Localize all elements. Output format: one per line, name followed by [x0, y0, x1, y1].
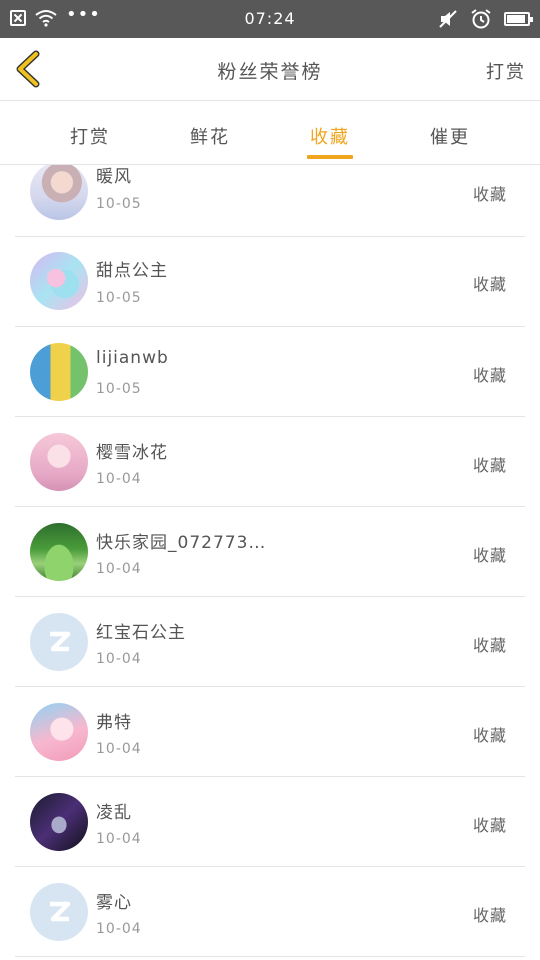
list-item[interactable]: 雾心 10-04 收藏 — [15, 867, 525, 957]
fan-name: 雾心 — [96, 893, 132, 913]
fan-name: 快乐家园_072773… — [96, 533, 267, 553]
fan-date: 10-04 — [96, 921, 142, 937]
list-item[interactable]: lijianwb 10-05 收藏 — [15, 327, 525, 417]
fan-date: 10-05 — [96, 196, 142, 212]
tab-favorites[interactable]: 收藏 — [270, 101, 390, 165]
fan-date: 10-04 — [96, 651, 142, 667]
fan-date: 10-04 — [96, 831, 142, 847]
mute-icon — [439, 10, 457, 28]
reward-button[interactable]: 打赏 — [486, 58, 526, 84]
status-bar: ••• 07:24 — [0, 0, 540, 38]
list-item[interactable]: 樱雪冰花 10-04 收藏 — [15, 417, 525, 507]
fan-list[interactable]: 暖风 10-05 收藏 甜点公主 10-05 收藏 lijianwb 10-05… — [0, 165, 540, 960]
fan-name: 凌乱 — [96, 803, 132, 823]
tab-label: 打赏 — [70, 127, 110, 148]
tab-label: 收藏 — [310, 127, 350, 148]
default-avatar-icon — [50, 901, 71, 922]
fan-action: 收藏 — [472, 636, 507, 655]
list-item[interactable]: 红宝石公主 10-04 收藏 — [15, 597, 525, 687]
tab-bar: 打赏 鲜花 收藏 催更 — [0, 101, 540, 165]
fan-date: 10-04 — [96, 561, 142, 577]
avatar — [30, 793, 88, 851]
tab-urge-update[interactable]: 催更 — [390, 101, 510, 165]
fan-date: 10-04 — [96, 471, 142, 487]
fan-action: 收藏 — [472, 546, 507, 565]
fan-name: lijianwb — [96, 348, 169, 368]
avatar — [30, 252, 88, 310]
fan-action: 收藏 — [472, 906, 507, 925]
active-tab-indicator — [307, 155, 353, 159]
fan-action: 收藏 — [472, 185, 507, 204]
default-avatar-icon — [50, 631, 71, 652]
avatar — [30, 433, 88, 491]
tab-reward[interactable]: 打赏 — [30, 101, 150, 165]
fan-name: 甜点公主 — [96, 261, 168, 281]
fan-date: 10-04 — [96, 741, 142, 757]
tab-label: 鲜花 — [190, 127, 230, 148]
avatar — [30, 703, 88, 761]
list-item[interactable]: 凌乱 10-04 收藏 — [15, 777, 525, 867]
fan-action: 收藏 — [472, 366, 507, 385]
tab-label: 催更 — [430, 127, 470, 148]
fan-name: 樱雪冰花 — [96, 443, 168, 463]
avatar — [30, 613, 88, 671]
fan-name: 红宝石公主 — [96, 623, 186, 643]
alarm-icon — [471, 9, 491, 29]
fan-action: 收藏 — [472, 816, 507, 835]
fan-action: 收藏 — [472, 275, 507, 294]
list-item[interactable]: 甜点公主 10-05 收藏 — [15, 237, 525, 327]
list-item[interactable]: 快乐家园_072773… 10-04 收藏 — [15, 507, 525, 597]
fan-name: 暖风 — [96, 167, 132, 187]
list-item[interactable]: 弗特 10-04 收藏 — [15, 687, 525, 777]
fan-date: 10-05 — [96, 381, 142, 397]
fan-action: 收藏 — [472, 456, 507, 475]
list-item[interactable]: 暖风 10-05 收藏 — [15, 165, 525, 237]
tab-flowers[interactable]: 鲜花 — [150, 101, 270, 165]
top-nav-bar: 粉丝荣誉榜 打赏 — [0, 38, 540, 101]
avatar — [30, 883, 88, 941]
avatar — [30, 343, 88, 401]
fan-date: 10-05 — [96, 290, 142, 306]
avatar — [30, 165, 88, 220]
battery-icon — [504, 12, 533, 26]
page-title: 粉丝荣誉榜 — [217, 61, 323, 83]
avatar — [30, 523, 88, 581]
fan-action: 收藏 — [472, 726, 507, 745]
fan-name: 弗特 — [96, 713, 132, 733]
